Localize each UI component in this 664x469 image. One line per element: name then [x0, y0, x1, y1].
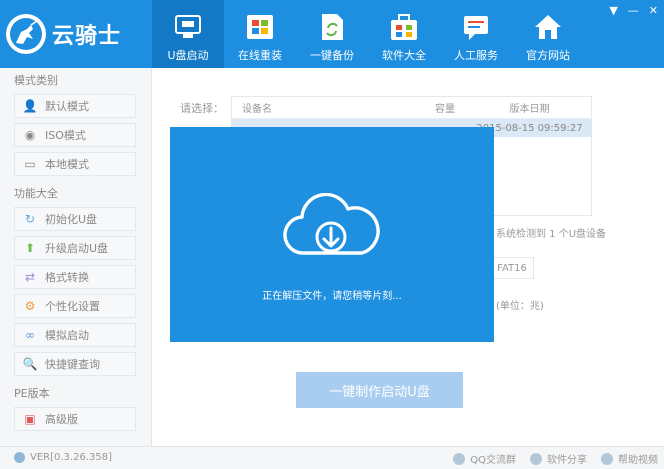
sidebar-item-label: ISO模式	[45, 129, 86, 142]
tab-label: 软件大全	[382, 49, 426, 62]
monitor-icon: ▭	[24, 157, 36, 171]
sidebar-item-label: 高级版	[45, 413, 78, 426]
sidebar-item-label: 个性化设置	[45, 300, 100, 313]
badge-icon: ▣	[24, 412, 36, 426]
app-logo: 云骑士	[0, 0, 152, 68]
filesystem-select[interactable]: FAT16	[490, 257, 534, 279]
choose-label: 请选择：	[180, 102, 224, 115]
share-icon	[530, 452, 542, 465]
refresh-icon: ↻	[24, 212, 36, 226]
header-device-name: 设备名	[242, 104, 272, 115]
table-header: 设备名 容量 版本日期	[232, 97, 591, 119]
software-bag-icon	[388, 11, 420, 43]
link-icon: ∞	[25, 328, 35, 342]
window-controls: ▼ — ✕	[609, 4, 658, 17]
app-title: 云骑士	[52, 24, 122, 49]
tab-online-reinstall[interactable]: 在线重装	[224, 0, 296, 68]
sidebar-item-init-usb[interactable]: ↻ 初始化U盘	[14, 207, 136, 231]
unit-note: (单位：兆)	[496, 301, 544, 312]
usb-drive-icon	[172, 11, 204, 43]
sidebar-item-simulate-boot[interactable]: ∞ 模拟启动	[14, 323, 136, 347]
help-video-link[interactable]: 帮助视频	[601, 451, 658, 466]
tab-label: U盘启动	[167, 49, 209, 62]
sidebar-item-label: 格式转换	[45, 271, 89, 284]
software-share-link[interactable]: 软件分享	[530, 451, 587, 466]
section-title-mode: 模式类别	[14, 74, 58, 87]
extract-message: 正在解压文件，请您稍等片刻...	[262, 291, 402, 302]
tab-label: 人工服务	[454, 49, 498, 62]
top-nav: U盘启动 在线重装 一键备份 软件大全 人工服务 官方网站	[152, 0, 584, 68]
sidebar-item-hotkey-query[interactable]: 🔍 快捷键查询	[14, 352, 136, 376]
extract-progress-dialog: 正在解压文件，请您稍等片刻...	[170, 127, 494, 342]
version-text: VER[0.3.26.358]	[30, 452, 112, 463]
windows-logo-icon	[244, 11, 276, 43]
footer: VER[0.3.26.358] QQ交流群 软件分享 帮助视频	[0, 446, 664, 469]
cloud-download-icon	[283, 193, 380, 255]
header-capacity: 容量	[435, 104, 455, 115]
gear-icon: ⚙	[24, 299, 36, 313]
footer-link-label: 帮助视频	[618, 455, 658, 466]
sidebar-item-label: 升级启动U盘	[45, 242, 109, 255]
sidebar-item-label: 初始化U盘	[45, 213, 98, 226]
sidebar: 模式类别 👤 默认模式 ◉ ISO模式 ▭ 本地模式 功能大全 ↻ 初始化U盘 …	[0, 68, 152, 446]
tab-official-site[interactable]: 官方网站	[512, 0, 584, 68]
tab-software[interactable]: 软件大全	[368, 0, 440, 68]
sidebar-item-default-mode[interactable]: 👤 默认模式	[14, 94, 136, 118]
version-info: VER[0.3.26.358]	[14, 452, 112, 463]
tab-one-click-backup[interactable]: 一键备份	[296, 0, 368, 68]
minimize-button[interactable]: —	[628, 4, 639, 17]
help-icon	[601, 452, 613, 465]
home-icon	[532, 11, 564, 43]
arrow-up-icon: ⬆	[24, 241, 36, 255]
sidebar-item-format-convert[interactable]: ⇄ 格式转换	[14, 265, 136, 289]
sidebar-item-personalize[interactable]: ⚙ 个性化设置	[14, 294, 136, 318]
tab-label: 一键备份	[310, 49, 354, 62]
version-icon	[14, 452, 25, 463]
backup-file-icon	[316, 11, 348, 43]
qq-icon	[453, 452, 466, 465]
tab-label: 官方网站	[526, 49, 570, 62]
section-title-features: 功能大全	[14, 187, 58, 200]
sidebar-item-pe-advanced[interactable]: ▣ 高级版	[14, 407, 136, 431]
sidebar-item-upgrade-usb[interactable]: ⬆ 升级启动U盘	[14, 236, 136, 260]
footer-link-label: QQ交流群	[470, 455, 516, 466]
header: 云骑士 U盘启动 在线重装 一键备份 软件大全 人工服务 官方网站 ▼ — ✕	[0, 0, 664, 68]
tab-usb-boot[interactable]: U盘启动	[152, 0, 224, 68]
sidebar-item-label: 快捷键查询	[45, 358, 100, 371]
sidebar-item-label: 本地模式	[45, 158, 89, 171]
tab-label: 在线重装	[238, 49, 282, 62]
sidebar-item-local-mode[interactable]: ▭ 本地模式	[14, 152, 136, 176]
make-boot-usb-button[interactable]: 一键制作启动U盘	[296, 372, 463, 408]
search-icon: 🔍	[22, 357, 38, 371]
footer-links: QQ交流群 软件分享 帮助视频	[453, 451, 658, 466]
sidebar-item-label: 模拟启动	[45, 329, 89, 342]
sidebar-item-label: 默认模式	[45, 100, 89, 113]
sidebar-item-iso-mode[interactable]: ◉ ISO模式	[14, 123, 136, 147]
chat-service-icon	[460, 11, 492, 43]
menu-dropdown-button[interactable]: ▼	[609, 4, 617, 17]
header-date: 版本日期	[509, 104, 550, 115]
section-title-pe: PE版本	[14, 387, 50, 400]
close-button[interactable]: ✕	[649, 4, 658, 17]
device-detect-note: 系统检测到 1 个U盘设备	[496, 229, 607, 240]
footer-link-label: 软件分享	[547, 455, 587, 466]
disc-icon: ◉	[24, 128, 36, 142]
swap-icon: ⇄	[24, 270, 36, 284]
qq-group-link[interactable]: QQ交流群	[453, 451, 516, 466]
knight-logo-icon	[6, 14, 46, 54]
tab-manual-service[interactable]: 人工服务	[440, 0, 512, 68]
person-icon: 👤	[22, 99, 38, 113]
